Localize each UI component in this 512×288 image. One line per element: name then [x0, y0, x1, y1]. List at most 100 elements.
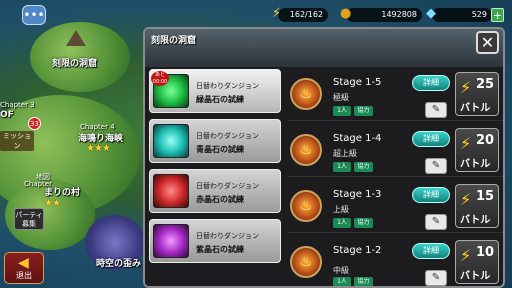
chapter3-label: Chapter 3: [0, 101, 35, 109]
coop-tag: 協力: [354, 162, 373, 172]
chapter4-stars: ★★★: [86, 143, 111, 154]
stamina-counter: ⚡ 162/162: [272, 6, 328, 22]
lightning-icon: ⚡: [460, 246, 472, 265]
stage-name: Stage 1-4: [333, 133, 382, 144]
close-button[interactable]: ✕: [476, 31, 499, 54]
dungeon-subtitle: 日替わりダンジョン: [196, 82, 259, 90]
battle-button[interactable]: ⚡ 20 バトル: [455, 128, 499, 172]
coop-tag: 協力: [354, 218, 373, 228]
cave-mountain: [66, 30, 86, 46]
village-label[interactable]: まりの村: [44, 185, 80, 198]
stage-row: ♨ Stage 1-5 極級 1人 協力 詳細 ✎ ⚡ 25 バトル: [288, 69, 503, 121]
lightning-icon: ⚡: [460, 134, 472, 153]
stage-name: Stage 1-5: [333, 77, 382, 88]
stage-row: ♨ Stage 1-2 中級 1人 協力 詳細 ✎ ⚡ 10 バトル: [288, 237, 503, 286]
village-stars: ★★: [44, 198, 61, 209]
stage-difficulty: 中級: [333, 266, 349, 275]
boss-monster-icon: ♨: [290, 78, 322, 110]
exit-label: 退出: [16, 271, 32, 280]
chat-button[interactable]: •••: [22, 5, 46, 25]
stage-list: ♨ Stage 1-5 極級 1人 協力 詳細 ✎ ⚡ 25 バトル ♨ Sta…: [288, 69, 503, 286]
of-label: OF: [0, 110, 14, 120]
battle-label: バトル: [460, 159, 491, 170]
notification-badge: 33: [28, 117, 41, 130]
party-label: パーティ: [15, 211, 43, 219]
notepad-icon: ✎: [431, 272, 441, 283]
dungeon-name: 青晶石の試練: [196, 145, 244, 154]
dungeon-item-green[interactable]: あと 00:00 日替わりダンジョン 緑晶石の試練: [149, 69, 281, 113]
lightning-icon: ⚡: [272, 6, 282, 21]
solo-tag: 1人: [333, 106, 351, 116]
battle-button[interactable]: ⚡ 25 バトル: [455, 72, 499, 116]
detail-button[interactable]: 詳細: [412, 131, 450, 147]
panel-header-banner: 刻限の洞窟 ✕: [145, 29, 503, 67]
battle-label: バトル: [460, 103, 491, 114]
stage-difficulty: 極級: [333, 93, 349, 102]
boss-monster-icon: ♨: [290, 134, 322, 166]
stamina-cost: 25: [476, 77, 495, 92]
coop-tag: 協力: [354, 277, 373, 286]
party-recruit-button[interactable]: パーティ 募集: [14, 208, 44, 230]
spacetime-label[interactable]: 時空の歪み: [96, 256, 141, 269]
stage-difficulty: 上級: [333, 205, 349, 214]
chapter4-label: Chapter 4: [80, 123, 115, 131]
blue-crystal-icon: [153, 124, 189, 158]
stage-name: Stage 1-3: [333, 189, 382, 200]
dungeon-subtitle: 日替わりダンジョン: [196, 182, 259, 190]
add-gems-button[interactable]: +: [491, 8, 504, 22]
battle-label: バトル: [460, 271, 491, 282]
notepad-icon: ✎: [431, 216, 441, 227]
dungeon-item-blue[interactable]: 日替わりダンジョン 青晶石の試練: [149, 119, 281, 163]
dungeon-list: あと 00:00 日替わりダンジョン 緑晶石の試練 日替わりダンジョン 青晶石の…: [149, 69, 281, 286]
stamina-cost: 15: [476, 189, 495, 204]
battle-label: バトル: [460, 215, 491, 226]
boss-monster-icon: ♨: [290, 190, 322, 222]
notepad-icon: ✎: [431, 104, 441, 115]
cave-label[interactable]: 刻限の洞窟: [52, 56, 97, 69]
stamina-value: 162/162: [289, 10, 323, 19]
memo-button[interactable]: ✎: [425, 158, 447, 174]
exit-button[interactable]: ◀ 退出: [4, 252, 44, 284]
dungeon-item-red[interactable]: 日替わりダンジョン 赤晶石の試練: [149, 169, 281, 213]
coin-icon: ●: [340, 6, 352, 21]
solo-tag: 1人: [333, 218, 351, 228]
memo-button[interactable]: ✎: [425, 270, 447, 286]
dungeon-item-purple[interactable]: 日替わりダンジョン 紫晶石の試練: [149, 219, 281, 263]
battle-button[interactable]: ⚡ 10 バトル: [455, 240, 499, 284]
dungeon-name: 赤晶石の試練: [196, 195, 244, 204]
detail-button[interactable]: 詳細: [412, 243, 450, 259]
detail-button[interactable]: 詳細: [412, 187, 450, 203]
stage-difficulty: 超上級: [333, 149, 357, 158]
lightning-icon: ⚡: [460, 190, 472, 209]
crystal-icon: ◆: [426, 6, 436, 21]
panel-title: 刻限の洞窟: [151, 36, 197, 46]
time-badge: あと 00:00: [151, 71, 169, 86]
red-crystal-icon: [153, 174, 189, 208]
notepad-icon: ✎: [431, 160, 441, 171]
coin-counter: ● 1492808: [340, 6, 422, 22]
purple-crystal-icon: [153, 224, 189, 258]
mission-button[interactable]: ミッション: [0, 131, 34, 151]
dungeon-name: 緑晶石の試練: [196, 95, 244, 104]
detail-button[interactable]: 詳細: [412, 75, 450, 91]
exit-arrow-icon: ◀: [18, 255, 29, 271]
stage-row: ♨ Stage 1-4 超上級 1人 協力 詳細 ✎ ⚡ 20 バトル: [288, 125, 503, 177]
memo-button[interactable]: ✎: [425, 214, 447, 230]
gem-counter: ◆ 529: [426, 6, 492, 22]
chat-icon: •••: [23, 8, 45, 22]
solo-tag: 1人: [333, 277, 351, 286]
dungeon-panel: 刻限の洞窟 ✕ あと 00:00 日替わりダンジョン 緑晶石の試練 日替わりダン…: [143, 27, 505, 288]
battle-button[interactable]: ⚡ 15 バトル: [455, 184, 499, 228]
coin-value: 1492808: [381, 10, 417, 19]
memo-button[interactable]: ✎: [425, 102, 447, 118]
dungeon-name: 紫晶石の試練: [196, 245, 244, 254]
stage-name: Stage 1-2: [333, 245, 382, 256]
coop-tag: 協力: [354, 106, 373, 116]
stamina-cost: 10: [476, 245, 495, 260]
lightning-icon: ⚡: [460, 78, 472, 97]
stage-row: ♨ Stage 1-3 上級 1人 協力 詳細 ✎ ⚡ 15 バトル: [288, 181, 503, 233]
dungeon-subtitle: 日替わりダンジョン: [196, 232, 259, 240]
game-screen: 刻限の洞窟 Chapter 3 OF 33 ミッション Chapter 4 海鳴…: [0, 0, 512, 288]
solo-tag: 1人: [333, 162, 351, 172]
stamina-cost: 20: [476, 133, 495, 148]
